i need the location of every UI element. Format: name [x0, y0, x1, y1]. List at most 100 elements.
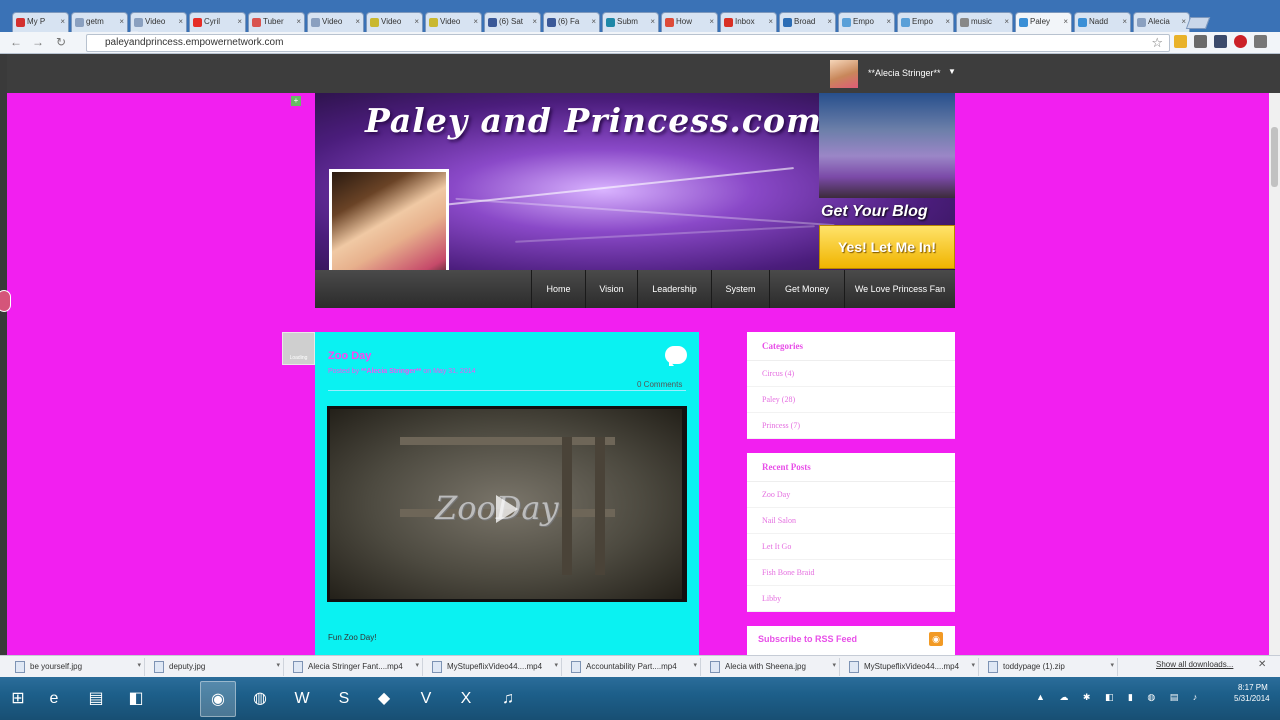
- tab-close-icon[interactable]: ×: [473, 17, 478, 26]
- internet-explorer-icon[interactable]: e: [36, 681, 72, 717]
- play-icon[interactable]: [496, 495, 518, 523]
- download-item[interactable]: Alecia with Sheena.jpg ▾: [705, 658, 840, 676]
- tab-close-icon[interactable]: ×: [532, 17, 537, 26]
- download-menu-caret-icon[interactable]: ▾: [693, 661, 697, 669]
- browser-tab[interactable]: Paley ×: [1015, 12, 1072, 32]
- browser-tab[interactable]: Alecia ×: [1133, 12, 1190, 32]
- recent-post-link[interactable]: Zoo Day: [747, 482, 955, 508]
- tab-close-icon[interactable]: ×: [414, 17, 419, 26]
- download-item[interactable]: deputy.jpg ▾: [149, 658, 284, 676]
- tab-close-icon[interactable]: ×: [709, 17, 714, 26]
- skype-icon[interactable]: S: [326, 681, 362, 717]
- show-all-downloads-link[interactable]: Show all downloads...: [1156, 660, 1233, 669]
- video-player[interactable]: ZooDay: [327, 406, 687, 602]
- recent-post-link[interactable]: Nail Salon: [747, 508, 955, 534]
- nav-item-vision[interactable]: Vision: [585, 270, 637, 308]
- browser-tab[interactable]: Video ×: [366, 12, 423, 32]
- tab-close-icon[interactable]: ×: [237, 17, 242, 26]
- recent-post-link[interactable]: Fish Bone Braid: [747, 560, 955, 586]
- download-menu-caret-icon[interactable]: ▾: [971, 661, 975, 669]
- back-icon[interactable]: ←: [10, 35, 22, 49]
- tab-close-icon[interactable]: ×: [178, 17, 183, 26]
- extension-icon[interactable]: [1174, 35, 1187, 48]
- vimeo-icon[interactable]: V: [408, 681, 444, 717]
- notes-icon[interactable]: ◆: [366, 681, 402, 717]
- download-menu-caret-icon[interactable]: ▾: [276, 661, 280, 669]
- browser-tab[interactable]: (6) Sat ×: [484, 12, 541, 32]
- recent-post-link[interactable]: Libby: [747, 586, 955, 612]
- bookmark-star-icon[interactable]: ☆: [1151, 35, 1163, 51]
- clock-time[interactable]: 8:17 PM: [1238, 683, 1268, 692]
- tab-close-icon[interactable]: ×: [591, 17, 596, 26]
- excel-icon[interactable]: X: [448, 681, 484, 717]
- reload-icon[interactable]: ↻: [56, 35, 66, 49]
- rss-icon[interactable]: ◉: [929, 632, 943, 646]
- tab-close-icon[interactable]: ×: [650, 17, 655, 26]
- new-tab-button[interactable]: [1185, 17, 1211, 29]
- tab-close-icon[interactable]: ×: [886, 17, 891, 26]
- tab-close-icon[interactable]: ×: [355, 17, 360, 26]
- post-title[interactable]: Zoo Day: [328, 350, 371, 362]
- page-scrollbar[interactable]: [1269, 93, 1280, 655]
- tab-close-icon[interactable]: ×: [1122, 17, 1127, 26]
- clock-date[interactable]: 5/31/2014: [1234, 694, 1270, 703]
- download-menu-caret-icon[interactable]: ▾: [415, 661, 419, 669]
- browser-tab[interactable]: music ×: [956, 12, 1013, 32]
- browser-tab[interactable]: How ×: [661, 12, 718, 32]
- nav-item-we-love-princess-fan[interactable]: We Love Princess Fan: [844, 270, 955, 308]
- comment-count-link[interactable]: 0 Comments: [637, 380, 682, 389]
- add-widget-icon[interactable]: +: [291, 96, 301, 106]
- tab-close-icon[interactable]: ×: [1004, 17, 1009, 26]
- browser-tab[interactable]: Cyril ×: [189, 12, 246, 32]
- browser-tab[interactable]: Tuber ×: [248, 12, 305, 32]
- browser-tab[interactable]: Empo ×: [838, 12, 895, 32]
- site-title[interactable]: Paley and Princess.com: [365, 101, 822, 140]
- post-author-link[interactable]: **Alecia Stringer**: [361, 368, 421, 375]
- browser-tab[interactable]: Inbox ×: [720, 12, 777, 32]
- extension-icon[interactable]: [1214, 35, 1227, 48]
- file-explorer-icon[interactable]: ▤: [78, 681, 114, 717]
- download-item[interactable]: MyStupeflixVideo44....mp4 ▾: [427, 658, 562, 676]
- browser-tab[interactable]: Subm ×: [602, 12, 659, 32]
- chrome-icon[interactable]: ◉: [200, 681, 236, 717]
- tab-close-icon[interactable]: ×: [945, 17, 950, 26]
- download-menu-caret-icon[interactable]: ▾: [1110, 661, 1114, 669]
- firefox-icon[interactable]: ◍: [242, 681, 278, 717]
- comment-bubble-icon[interactable]: [665, 346, 687, 366]
- forward-icon[interactable]: →: [32, 35, 44, 49]
- tab-close-icon[interactable]: ×: [1063, 17, 1068, 26]
- start-button[interactable]: ⊞: [0, 681, 36, 717]
- system-tray-icons[interactable]: ▲ ☁ ✱ ◧ ▮ ◍ ▤ ♪: [1036, 692, 1203, 703]
- browser-tab[interactable]: Video ×: [425, 12, 482, 32]
- download-item[interactable]: be yourself.jpg ▾: [10, 658, 145, 676]
- word-icon[interactable]: W: [284, 681, 320, 717]
- store-icon[interactable]: ◧: [118, 681, 154, 717]
- browser-tab[interactable]: Empo ×: [897, 12, 954, 32]
- nav-item-leadership[interactable]: Leadership: [637, 270, 711, 308]
- yes-let-me-in-button[interactable]: Yes! Let Me In!: [819, 225, 955, 269]
- recent-post-link[interactable]: Let It Go: [747, 534, 955, 560]
- menu-icon[interactable]: [1254, 35, 1267, 48]
- download-menu-caret-icon[interactable]: ▾: [832, 661, 836, 669]
- user-menu-caret-icon[interactable]: ▼: [948, 67, 956, 76]
- browser-tab[interactable]: Video ×: [307, 12, 364, 32]
- download-menu-caret-icon[interactable]: ▾: [137, 661, 141, 669]
- nav-item-home[interactable]: Home: [531, 270, 585, 308]
- browser-tab[interactable]: Broad ×: [779, 12, 836, 32]
- nav-item-system[interactable]: System: [711, 270, 769, 308]
- user-avatar[interactable]: [830, 60, 858, 88]
- close-shelf-icon[interactable]: ✕: [1258, 659, 1266, 670]
- address-bar[interactable]: paleyandprincess.empowernetwork.com ☆: [86, 34, 1170, 52]
- browser-tab[interactable]: Nadd ×: [1074, 12, 1131, 32]
- download-item[interactable]: toddypage (1).zip ▾: [983, 658, 1118, 676]
- download-item[interactable]: Accountability Part....mp4 ▾: [566, 658, 701, 676]
- itunes-icon[interactable]: ♫: [490, 681, 526, 717]
- download-menu-caret-icon[interactable]: ▾: [554, 661, 558, 669]
- tab-close-icon[interactable]: ×: [768, 17, 773, 26]
- user-name[interactable]: **Alecia Stringer**: [868, 68, 941, 78]
- download-item[interactable]: MyStupeflixVideo44....mp4 ▾: [844, 658, 979, 676]
- rss-subscribe-link[interactable]: Subscribe to RSS Feed: [747, 626, 955, 644]
- category-link[interactable]: Circus (4): [747, 361, 955, 387]
- category-link[interactable]: Princess (7): [747, 413, 955, 439]
- tab-close-icon[interactable]: ×: [1181, 17, 1186, 26]
